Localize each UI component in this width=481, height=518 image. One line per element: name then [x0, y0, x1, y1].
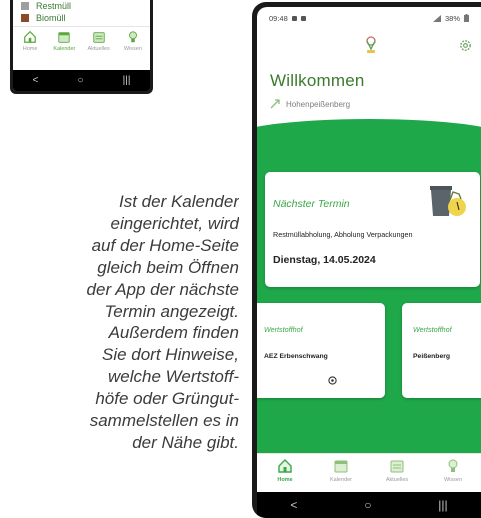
knowledge-icon — [128, 31, 137, 43]
caption-line: sammelstellen es in — [89, 411, 239, 431]
nav-label: Home — [22, 46, 38, 52]
news-icon — [390, 460, 404, 473]
nav-home[interactable]: Home — [15, 27, 45, 52]
caption-line: gleich beim Öffnen — [97, 257, 239, 277]
nav-aktuelles[interactable]: Aktuelles — [84, 27, 114, 52]
nav-aktuelles[interactable]: Aktuelles — [375, 454, 420, 483]
home-button[interactable]: ○ — [364, 498, 371, 512]
caption-line: Termin angezeigt. — [104, 301, 239, 321]
caption-line: Sie dort Hinweise, — [101, 345, 239, 365]
legend-label: Restmüll — [36, 1, 72, 11]
small-phone-screenshot: Restmüll Biomüll Home Kalender Aktuelles… — [10, 0, 153, 94]
recycling-center-name: Peißenberg — [413, 353, 451, 360]
caption-line: höfe oder Grüngut- — [95, 389, 239, 409]
caption-line: der App der nächste — [86, 279, 239, 299]
back-button[interactable]: < — [33, 75, 39, 86]
small-bottom-nav: Home Kalender Aktuelles Wissen — [13, 26, 150, 65]
home-button[interactable]: ○ — [77, 75, 83, 86]
small-system-nav-bar: < ○ ||| — [13, 70, 150, 91]
nav-wissen[interactable]: Wissen — [118, 27, 148, 52]
recycling-center-card[interactable]: Wertstoffhof Peißenberg — [402, 303, 481, 398]
notification-icon — [300, 15, 306, 21]
gear-icon[interactable] — [458, 38, 473, 53]
caption-line: eingerichtet, wird — [110, 213, 239, 233]
legend-swatch — [21, 14, 29, 22]
phone-frame: 09:48 38% Willkommen Hohenpeißenberg Näc… — [252, 2, 481, 518]
card-title: Nächster Termin — [273, 198, 350, 210]
knowledge-icon — [448, 459, 458, 472]
status-time: 09:48 — [269, 13, 288, 23]
notification-icon — [291, 15, 297, 21]
waste-bin-icon — [430, 186, 466, 216]
nav-kalender[interactable]: Kalender — [319, 454, 364, 483]
nav-home[interactable]: Home — [263, 454, 308, 483]
bottom-nav: Home Kalender Aktuelles Wissen — [257, 453, 481, 493]
legend-label: Biomüll — [36, 13, 66, 23]
caption-line: Außerdem finden — [108, 323, 239, 343]
calendar-icon — [334, 460, 348, 473]
signal-icon — [432, 14, 441, 22]
app-header — [257, 31, 481, 61]
nav-kalender[interactable]: Kalender — [49, 27, 79, 52]
appointment-description: Restmüllabholung, Abholung Verpackungen — [273, 230, 413, 239]
phone-screen: 09:48 38% Willkommen Hohenpeißenberg Näc… — [257, 7, 481, 518]
appointment-date: Dienstag, 14.05.2024 — [273, 254, 376, 266]
location-icon — [270, 99, 280, 109]
legend-item-restmuell: Restmüll — [21, 0, 71, 12]
system-nav-bar: < ○ ||| — [257, 492, 481, 518]
recents-button[interactable]: ||| — [123, 75, 131, 86]
home-icon — [278, 459, 292, 473]
calendar-icon — [58, 32, 71, 43]
caption-text: Ist der Kalender eingerichtet, wird auf … — [0, 191, 239, 518]
nav-label: Aktuelles — [385, 477, 409, 483]
battery-icon — [464, 14, 469, 22]
home-icon — [24, 30, 36, 43]
nav-wissen[interactable]: Wissen — [431, 454, 476, 483]
nav-label: Wissen — [443, 477, 463, 483]
recents-button[interactable]: ||| — [438, 498, 447, 512]
battery-percent: 38% — [444, 13, 460, 23]
app-logo-icon — [366, 36, 376, 53]
nav-label: Home — [277, 477, 293, 483]
page-title: Willkommen — [270, 71, 365, 90]
caption-line: welche Wertstoff- — [107, 367, 239, 387]
recycling-center-name: AEZ Erbenschwang — [264, 353, 328, 360]
caption-line: auf der Home-Seite — [91, 235, 239, 255]
caption-line: Ist der Kalender — [118, 192, 239, 211]
next-appointment-card[interactable]: Nächster Termin Restmüllabholung, Abholu… — [265, 172, 480, 287]
nav-label: Aktuelles — [87, 46, 110, 52]
card-label: Wertstoffhof — [413, 325, 452, 334]
nav-label: Wissen — [123, 46, 142, 52]
calendar-legend: Restmüll Biomüll — [21, 0, 71, 24]
location-row[interactable]: Hohenpeißenberg — [270, 99, 350, 109]
caption-line: der Nähe gibt. — [132, 432, 239, 452]
back-button[interactable]: < — [290, 498, 297, 512]
location-name: Hohenpeißenberg — [286, 99, 351, 109]
info-icon[interactable] — [328, 376, 337, 385]
nav-label: Kalender — [53, 46, 76, 52]
nav-label: Kalender — [329, 477, 353, 483]
legend-swatch — [21, 2, 29, 10]
card-label: Wertstoffhof — [264, 325, 303, 334]
recycling-center-card[interactable]: Wertstoffhof AEZ Erbenschwang — [257, 303, 385, 398]
legend-item-biomuell: Biomüll — [21, 12, 71, 24]
status-bar: 09:48 38% — [257, 7, 481, 29]
news-icon — [92, 32, 105, 43]
